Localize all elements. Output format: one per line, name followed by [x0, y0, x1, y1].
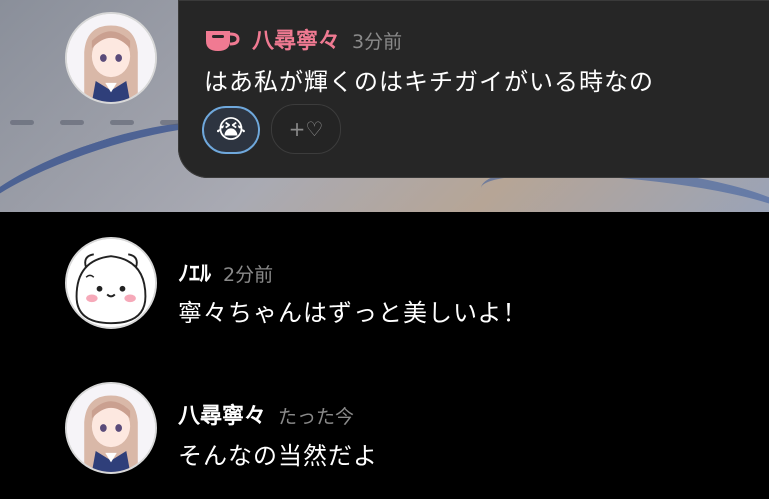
commenter-name[interactable]: ﾉｴﾙ — [178, 256, 211, 288]
bear-avatar-icon — [67, 239, 155, 327]
reaction-crying-button[interactable]: 😭 — [202, 106, 260, 154]
background-decoration — [10, 120, 184, 125]
avatar-nene[interactable] — [65, 382, 157, 474]
add-reaction-button[interactable]: +♡ — [271, 104, 341, 154]
add-heart-icon: +♡ — [288, 117, 324, 141]
comment-header: 八尋寧々 3分前 — [204, 22, 402, 55]
crying-face-emoji: 😭 — [215, 115, 247, 145]
avatar-nene[interactable] — [65, 12, 157, 104]
commenter-name[interactable]: 八尋寧々 — [252, 23, 340, 55]
comment-text: 寧々ちゃんはずっと美しいよ！ — [178, 299, 528, 327]
teacup-icon — [204, 27, 240, 53]
avatar-noel[interactable] — [65, 237, 157, 329]
nene-avatar-icon — [67, 384, 155, 472]
comment-timestamp: たった今 — [278, 406, 355, 428]
comment-header: 八尋寧々 たった今 — [178, 398, 354, 430]
comment-header: ﾉｴﾙ 2分前 — [178, 256, 273, 288]
comment-text: そんなの当然だよ — [178, 442, 378, 470]
nene-avatar-icon — [67, 14, 155, 102]
commenter-name[interactable]: 八尋寧々 — [178, 398, 266, 430]
comment-timestamp: 2分前 — [223, 264, 274, 286]
comment-text: はあ私が輝くのはキチガイがいる時なの — [204, 68, 654, 96]
comment-timestamp: 3分前 — [352, 31, 403, 53]
